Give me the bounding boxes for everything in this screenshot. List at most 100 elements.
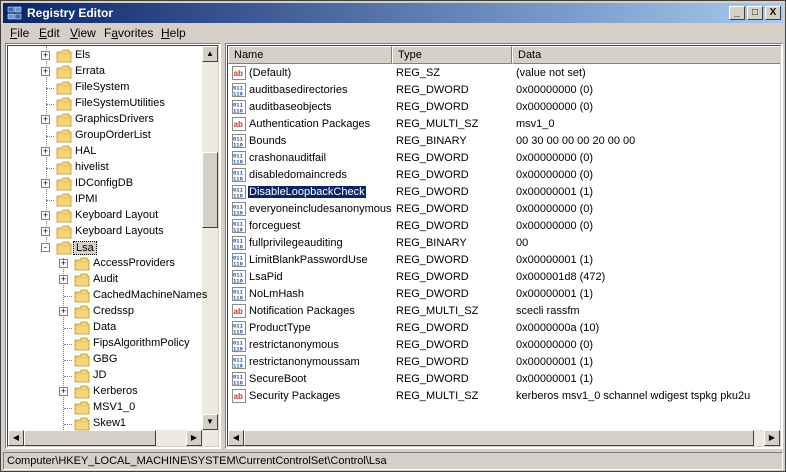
folder-icon [74, 417, 90, 431]
value-row[interactable]: 011 110 auditbasedirectories REG_DWORD 0x000… [228, 82, 780, 99]
value-row[interactable]: 011 110 restrictanonymoussam REG_DWORD 0x000… [228, 354, 780, 371]
tree-item[interactable]: + Kerberos [8, 384, 198, 400]
value-row[interactable]: 011 110 crashonauditfail REG_DWORD 0x0000000… [228, 150, 780, 167]
value-type: REG_DWORD [396, 271, 469, 283]
expand-icon[interactable]: + [59, 387, 68, 396]
column-header-data[interactable]: Data [512, 46, 780, 64]
tree-item-label: GraphicsDrivers [75, 113, 154, 125]
value-row[interactable]: 011 110 LsaPid REG_DWORD 0x000001d8 (472) [228, 269, 780, 286]
tree-item[interactable]: + HAL [8, 144, 198, 160]
list-hscroll-thumb[interactable] [244, 430, 754, 446]
value-row[interactable]: ab Authentication Packages REG_MULTI_SZ msv… [228, 116, 780, 133]
tree-item[interactable]: + Audit [8, 272, 198, 288]
value-type: REG_DWORD [396, 169, 469, 181]
value-row[interactable]: 011 110 restrictanonymous REG_DWORD 0x000000… [228, 337, 780, 354]
expand-icon[interactable]: + [41, 211, 50, 220]
tree-vertical-scrollbar[interactable]: ▲ ▼ [202, 46, 218, 446]
tree-item[interactable]: Data [8, 320, 198, 336]
tree-item[interactable]: IPMI [8, 192, 198, 208]
tree-horizontal-scrollbar[interactable]: ◀ ▶ [8, 430, 218, 446]
values-list-pane[interactable]: Name Type Data ◀ ▶ ab (Default) REG_SZ (val… [225, 43, 783, 449]
list-horizontal-scrollbar[interactable]: ◀ ▶ [228, 430, 780, 446]
value-row[interactable]: 011 110 fullprivilegeauditing REG_BINARY 00 [228, 235, 780, 252]
scroll-up-button[interactable]: ▲ [202, 46, 218, 62]
value-name: restrictanonymoussam [249, 356, 360, 368]
value-type: REG_SZ [396, 67, 441, 79]
value-row[interactable]: 011 110 Bounds REG_BINARY 00 30 00 00 00 20 … [228, 133, 780, 150]
tree-item[interactable]: + AccessProviders [8, 256, 198, 272]
value-row[interactable]: 011 110 LimitBlankPasswordUse REG_DWORD 0x00… [228, 252, 780, 269]
expand-icon[interactable]: + [41, 147, 50, 156]
tree-item[interactable]: + Keyboard Layout [8, 208, 198, 224]
tree-item[interactable]: MSV1_0 [8, 400, 198, 416]
binary-value-icon: 011 110 [232, 185, 246, 200]
value-row[interactable]: 011 110 ProductType REG_DWORD 0x0000000a (10… [228, 320, 780, 337]
tree-item[interactable]: Skew1 [8, 416, 198, 432]
collapse-icon[interactable]: - [41, 243, 50, 252]
scroll-down-button[interactable]: ▼ [202, 414, 218, 430]
value-data: 0x00000000 (0) [516, 84, 594, 96]
tree-hscroll-thumb[interactable] [24, 430, 156, 446]
value-data: (value not set) [516, 67, 586, 79]
expand-icon[interactable]: + [41, 115, 50, 124]
maximize-button[interactable]: □ [747, 6, 763, 20]
value-row[interactable]: 011 110 forceguest REG_DWORD 0x00000000 (0) [228, 218, 780, 235]
title-bar[interactable]: Registry Editor _ □ X [3, 3, 783, 23]
key-path: Computer\HKEY_LOCAL_MACHINE\SYSTEM\Curre… [7, 455, 387, 467]
tree-item[interactable]: + Els [8, 48, 198, 64]
tree-item[interactable]: + Errata [8, 64, 198, 80]
scroll-left-button[interactable]: ◀ [228, 430, 244, 446]
value-type: REG_DWORD [396, 322, 469, 334]
menu-edit[interactable]: Edit [39, 26, 60, 40]
tree-item[interactable]: FileSystemUtilities [8, 96, 198, 112]
tree-item[interactable]: hivelist [8, 160, 198, 176]
menu-favorites[interactable]: Favorites [104, 26, 153, 40]
expand-icon[interactable]: + [59, 259, 68, 268]
tree-vscroll-thumb[interactable] [202, 152, 218, 228]
column-header-type[interactable]: Type [392, 46, 512, 64]
tree-item[interactable]: CachedMachineNames [8, 288, 207, 304]
tree-item[interactable]: + Keyboard Layouts [8, 224, 198, 240]
values-list[interactable]: Name Type Data ◀ ▶ ab (Default) REG_SZ (val… [227, 45, 781, 447]
tree-item[interactable]: GBG [8, 352, 198, 368]
menu-help[interactable]: Help [161, 26, 186, 40]
expand-icon[interactable]: + [59, 275, 68, 284]
value-name: Authentication Packages [249, 118, 371, 130]
registry-editor-window: Registry Editor _ □ X File Edit View Fav… [0, 0, 786, 472]
expand-icon[interactable]: + [41, 227, 50, 236]
value-row[interactable]: 011 110 auditbaseobjects REG_DWORD 0x0000000… [228, 99, 780, 116]
menu-view[interactable]: View [70, 26, 96, 40]
tree-item[interactable]: - Lsa [8, 240, 198, 256]
scroll-right-button[interactable]: ▶ [764, 430, 780, 446]
value-row[interactable]: ab Security Packages REG_MULTI_SZ kerberos … [228, 388, 780, 405]
value-row[interactable]: 011 110 DisableLoopbackCheck REG_DWORD 0x000… [228, 184, 780, 201]
key-tree-pane[interactable]: ▲ ▼ ◀ ▶ + Els + Errata FileSystem FileSystemU… [5, 43, 221, 449]
tree-item[interactable]: JD [8, 368, 198, 384]
value-name: SecureBoot [249, 373, 307, 385]
expand-icon[interactable]: + [41, 67, 50, 76]
tree-item[interactable]: GroupOrderList [8, 128, 198, 144]
value-row[interactable]: 011 110 everyoneincludesanonymous REG_DWORD… [228, 201, 780, 218]
tree-item[interactable]: FipsAlgorithmPolicy [8, 336, 198, 352]
value-row[interactable]: 011 110 SecureBoot REG_DWORD 0x00000001 (1) [228, 371, 780, 388]
tree-item[interactable]: FileSystem [8, 80, 198, 96]
value-row[interactable]: ab (Default) REG_SZ (value not set) [228, 65, 780, 82]
value-row[interactable]: 011 110 disabledomaincreds REG_DWORD 0x00000… [228, 167, 780, 184]
value-row[interactable]: 011 110 NoLmHash REG_DWORD 0x00000001 (1) [228, 286, 780, 303]
tree-item[interactable]: + Credssp [8, 304, 198, 320]
binary-value-icon: 011 110 [232, 202, 246, 217]
scroll-left-button[interactable]: ◀ [8, 430, 24, 446]
minimize-button[interactable]: _ [729, 6, 745, 20]
value-row[interactable]: ab Notification Packages REG_MULTI_SZ scecl… [228, 303, 780, 320]
expand-icon[interactable]: + [41, 51, 50, 60]
scroll-right-button[interactable]: ▶ [186, 430, 202, 446]
column-header-name[interactable]: Name [228, 46, 392, 64]
expand-icon[interactable]: + [59, 307, 68, 316]
tree-item[interactable]: + GraphicsDrivers [8, 112, 198, 128]
folder-icon [56, 113, 72, 127]
menu-file[interactable]: File [10, 26, 29, 40]
key-tree[interactable]: ▲ ▼ ◀ ▶ + Els + Errata FileSystem FileSystemU… [7, 45, 219, 447]
close-button[interactable]: X [765, 6, 781, 20]
tree-item[interactable]: + IDConfigDB [8, 176, 198, 192]
expand-icon[interactable]: + [41, 179, 50, 188]
